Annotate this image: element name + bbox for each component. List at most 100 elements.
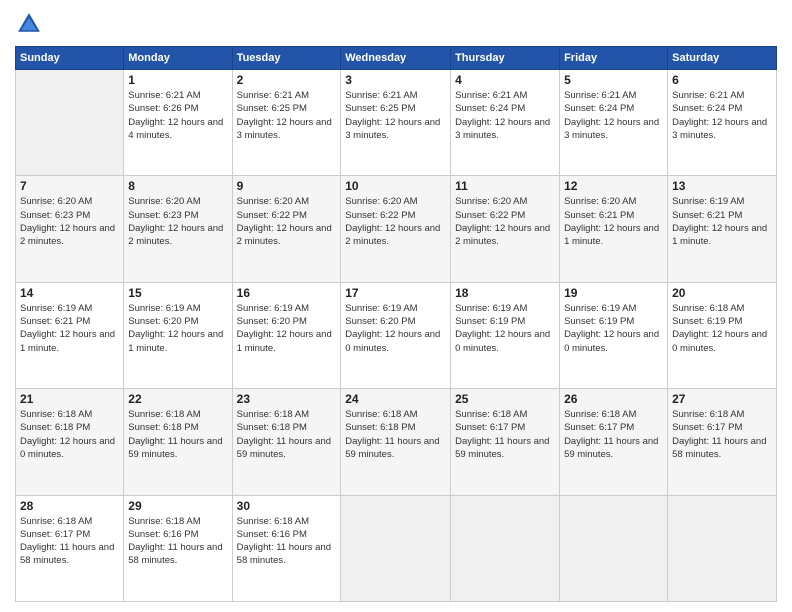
calendar-cell: 5Sunrise: 6:21 AMSunset: 6:24 PMDaylight… bbox=[560, 70, 668, 176]
day-number: 23 bbox=[237, 392, 337, 406]
calendar-cell: 13 Sunrise: 6:19 AMSunset: 6:21 PMDayligh… bbox=[668, 176, 777, 282]
calendar-cell bbox=[451, 495, 560, 601]
calendar-cell: 17Sunrise: 6:19 AMSunset: 6:20 PMDayligh… bbox=[341, 282, 451, 388]
day-info: Sunrise: 6:18 AMSunset: 6:18 PMDaylight:… bbox=[128, 408, 227, 461]
day-number: 27 bbox=[672, 392, 772, 406]
calendar-cell: 15 Sunrise: 6:19 AMSunset: 6:20 PMDayligh… bbox=[124, 282, 232, 388]
day-number: 30 bbox=[237, 499, 337, 513]
day-info: Sunrise: 6:21 AMSunset: 6:26 PMDaylight:… bbox=[128, 89, 227, 142]
calendar-cell: 8 Sunrise: 6:20 AMSunset: 6:23 PMDaylight… bbox=[124, 176, 232, 282]
day-number: 18 bbox=[455, 286, 555, 300]
day-info: Sunrise: 6:21 AMSunset: 6:24 PMDaylight:… bbox=[455, 89, 555, 142]
day-number: 9 bbox=[237, 179, 337, 193]
day-number: 12 bbox=[564, 179, 663, 193]
logo bbox=[15, 10, 47, 38]
day-info: Sunrise: 6:20 AMSunset: 6:21 PMDaylight:… bbox=[564, 195, 663, 248]
weekday-header-tuesday: Tuesday bbox=[232, 47, 341, 70]
day-number: 22 bbox=[128, 392, 227, 406]
day-number: 26 bbox=[564, 392, 663, 406]
day-info: Sunrise: 6:18 AMSunset: 6:18 PMDaylight:… bbox=[237, 408, 337, 461]
calendar-page: SundayMondayTuesdayWednesdayThursdayFrid… bbox=[0, 0, 792, 612]
day-number: 2 bbox=[237, 73, 337, 87]
day-info: Sunrise: 6:18 AMSunset: 6:17 PMDaylight:… bbox=[672, 408, 772, 461]
day-number: 4 bbox=[455, 73, 555, 87]
day-info: Sunrise: 6:20 AMSunset: 6:22 PMDaylight:… bbox=[455, 195, 555, 248]
calendar-cell: 24 Sunrise: 6:18 AMSunset: 6:18 PMDayligh… bbox=[341, 389, 451, 495]
day-info: Sunrise: 6:19 AMSunset: 6:19 PMDaylight:… bbox=[564, 302, 663, 355]
calendar-cell: 26Sunrise: 6:18 AMSunset: 6:17 PMDayligh… bbox=[560, 389, 668, 495]
calendar-cell: 14 Sunrise: 6:19 AMSunset: 6:21 PMDayligh… bbox=[16, 282, 124, 388]
day-number: 13 bbox=[672, 179, 772, 193]
day-number: 21 bbox=[20, 392, 119, 406]
day-info: Sunrise: 6:20 AMSunset: 6:22 PMDaylight:… bbox=[237, 195, 337, 248]
day-info: Sunrise: 6:18 AMSunset: 6:16 PMDaylight:… bbox=[237, 515, 337, 568]
day-info: Sunrise: 6:18 AMSunset: 6:18 PMDaylight:… bbox=[345, 408, 446, 461]
calendar-cell: 30 Sunrise: 6:18 AMSunset: 6:16 PMDayligh… bbox=[232, 495, 341, 601]
day-info: Sunrise: 6:21 AMSunset: 6:25 PMDaylight:… bbox=[345, 89, 446, 142]
calendar-cell: 23 Sunrise: 6:18 AMSunset: 6:18 PMDayligh… bbox=[232, 389, 341, 495]
weekday-header-wednesday: Wednesday bbox=[341, 47, 451, 70]
calendar-cell: 7 Sunrise: 6:20 AMSunset: 6:23 PMDaylight… bbox=[16, 176, 124, 282]
calendar-cell: 4 Sunrise: 6:21 AMSunset: 6:24 PMDaylight… bbox=[451, 70, 560, 176]
calendar-cell bbox=[668, 495, 777, 601]
day-number: 17 bbox=[345, 286, 446, 300]
day-info: Sunrise: 6:20 AMSunset: 6:23 PMDaylight:… bbox=[20, 195, 119, 248]
day-number: 20 bbox=[672, 286, 772, 300]
calendar-cell: 29 Sunrise: 6:18 AMSunset: 6:16 PMDayligh… bbox=[124, 495, 232, 601]
calendar-cell: 1 Sunrise: 6:21 AMSunset: 6:26 PMDaylight… bbox=[124, 70, 232, 176]
calendar-cell: 19 Sunrise: 6:19 AMSunset: 6:19 PMDayligh… bbox=[560, 282, 668, 388]
day-number: 28 bbox=[20, 499, 119, 513]
weekday-header-friday: Friday bbox=[560, 47, 668, 70]
day-number: 29 bbox=[128, 499, 227, 513]
calendar-cell: 9 Sunrise: 6:20 AMSunset: 6:22 PMDaylight… bbox=[232, 176, 341, 282]
day-info: Sunrise: 6:18 AMSunset: 6:19 PMDaylight:… bbox=[672, 302, 772, 355]
day-info: Sunrise: 6:19 AMSunset: 6:19 PMDaylight:… bbox=[455, 302, 555, 355]
day-number: 15 bbox=[128, 286, 227, 300]
calendar-cell: 25 Sunrise: 6:18 AMSunset: 6:17 PMDayligh… bbox=[451, 389, 560, 495]
calendar-cell: 20 Sunrise: 6:18 AMSunset: 6:19 PMDayligh… bbox=[668, 282, 777, 388]
day-info: Sunrise: 6:18 AMSunset: 6:17 PMDaylight:… bbox=[20, 515, 119, 568]
day-number: 25 bbox=[455, 392, 555, 406]
logo-icon bbox=[15, 10, 43, 38]
day-number: 11 bbox=[455, 179, 555, 193]
day-info: Sunrise: 6:21 AMSunset: 6:25 PMDaylight:… bbox=[237, 89, 337, 142]
calendar-cell: 10Sunrise: 6:20 AMSunset: 6:22 PMDayligh… bbox=[341, 176, 451, 282]
day-info: Sunrise: 6:19 AMSunset: 6:21 PMDaylight:… bbox=[20, 302, 119, 355]
day-info: Sunrise: 6:19 AMSunset: 6:20 PMDaylight:… bbox=[237, 302, 337, 355]
day-number: 1 bbox=[128, 73, 227, 87]
day-number: 19 bbox=[564, 286, 663, 300]
calendar-cell: 2 Sunrise: 6:21 AMSunset: 6:25 PMDaylight… bbox=[232, 70, 341, 176]
calendar-cell bbox=[16, 70, 124, 176]
day-number: 6 bbox=[672, 73, 772, 87]
day-number: 16 bbox=[237, 286, 337, 300]
weekday-header-sunday: Sunday bbox=[16, 47, 124, 70]
day-info: Sunrise: 6:18 AMSunset: 6:18 PMDaylight:… bbox=[20, 408, 119, 461]
calendar-cell: 3 Sunrise: 6:21 AMSunset: 6:25 PMDaylight… bbox=[341, 70, 451, 176]
calendar-cell: 12 Sunrise: 6:20 AMSunset: 6:21 PMDayligh… bbox=[560, 176, 668, 282]
calendar-table: SundayMondayTuesdayWednesdayThursdayFrid… bbox=[15, 46, 777, 602]
calendar-cell bbox=[560, 495, 668, 601]
calendar-cell: 6 Sunrise: 6:21 AMSunset: 6:24 PMDaylight… bbox=[668, 70, 777, 176]
calendar-cell: 16 Sunrise: 6:19 AMSunset: 6:20 PMDayligh… bbox=[232, 282, 341, 388]
weekday-header-saturday: Saturday bbox=[668, 47, 777, 70]
day-info: Sunrise: 6:21 AMSunset: 6:24 PMDaylight:… bbox=[564, 89, 663, 142]
day-info: Sunrise: 6:21 AMSunset: 6:24 PMDaylight:… bbox=[672, 89, 772, 142]
day-number: 14 bbox=[20, 286, 119, 300]
day-info: Sunrise: 6:19 AMSunset: 6:20 PMDaylight:… bbox=[128, 302, 227, 355]
day-number: 3 bbox=[345, 73, 446, 87]
calendar-cell: 18 Sunrise: 6:19 AMSunset: 6:19 PMDayligh… bbox=[451, 282, 560, 388]
day-info: Sunrise: 6:19 AMSunset: 6:21 PMDaylight:… bbox=[672, 195, 772, 248]
day-info: Sunrise: 6:18 AMSunset: 6:17 PMDaylight:… bbox=[455, 408, 555, 461]
day-number: 24 bbox=[345, 392, 446, 406]
day-info: Sunrise: 6:18 AMSunset: 6:16 PMDaylight:… bbox=[128, 515, 227, 568]
header bbox=[15, 10, 777, 38]
weekday-header-thursday: Thursday bbox=[451, 47, 560, 70]
weekday-header-monday: Monday bbox=[124, 47, 232, 70]
day-info: Sunrise: 6:20 AMSunset: 6:23 PMDaylight:… bbox=[128, 195, 227, 248]
day-number: 8 bbox=[128, 179, 227, 193]
day-info: Sunrise: 6:20 AMSunset: 6:22 PMDaylight:… bbox=[345, 195, 446, 248]
calendar-cell: 28 Sunrise: 6:18 AMSunset: 6:17 PMDayligh… bbox=[16, 495, 124, 601]
calendar-cell: 11 Sunrise: 6:20 AMSunset: 6:22 PMDayligh… bbox=[451, 176, 560, 282]
day-number: 7 bbox=[20, 179, 119, 193]
calendar-cell bbox=[341, 495, 451, 601]
